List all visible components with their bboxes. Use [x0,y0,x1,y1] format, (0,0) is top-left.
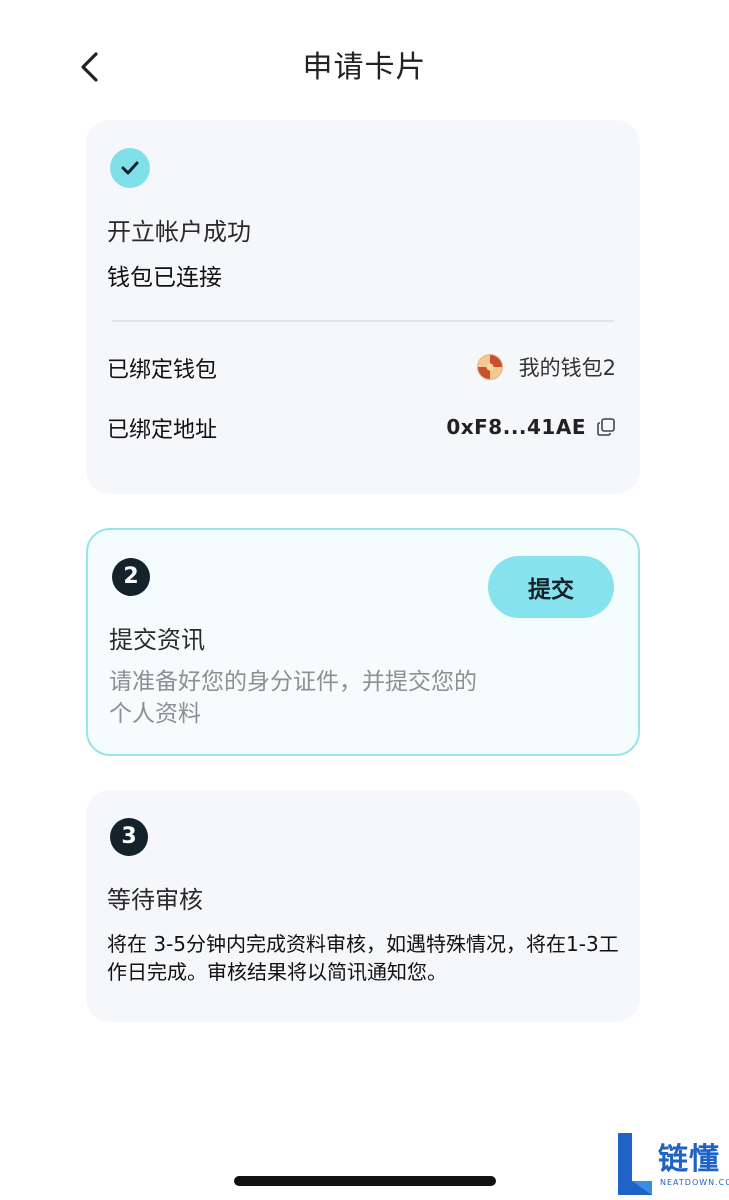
step-1-status [110,148,150,188]
submit-button[interactable]: 提交 [488,556,614,618]
home-indicator[interactable] [234,1176,496,1186]
check-icon [121,161,139,175]
wallet-connected-text: 钱包已连接 [107,265,222,291]
wallet-name: 我的钱包2 [518,356,616,380]
header: 申请卡片 [0,0,729,130]
step-3-card: 3 等待审核 将在 3-5分钟内完成资料审核，如遇特殊情况，将在1-3工作日完成… [86,790,640,1022]
step-3-number: 3 [110,818,148,856]
step-3-title: 等待审核 [107,886,203,914]
step-1-title: 开立帐户成功 [107,218,251,246]
step-3-description: 将在 3-5分钟内完成资料审核，如遇特殊情况，将在1-3工作日完成。审核结果将以… [107,932,619,984]
watermark-logo: 链懂 NEATDOWN.COM [616,1128,729,1200]
bound-wallet-value: 我的钱包2 [476,352,616,382]
watermark-text: 链懂 [658,1142,720,1177]
step-2-card: 2 提交 提交资讯 请准备好您的身分证件，并提交您的个人资料 [86,528,640,756]
step-2-description: 请准备好您的身分证件，并提交您的个人资料 [109,669,477,727]
step-2-title: 提交资讯 [109,626,205,654]
step-1-card: 开立帐户成功 钱包已连接 已绑定钱包 我的钱包2 已绑定地址 0xF8...41… [86,120,640,494]
wallet-address: 0xF8...41AE [446,415,586,439]
logo-l-icon [618,1133,652,1195]
wallet-avatar-icon [476,354,503,380]
divider [112,320,614,322]
page-title: 申请卡片 [302,50,427,85]
bound-wallet-label: 已绑定钱包 [107,358,218,383]
bound-address-value: 0xF8...41AE [446,415,616,439]
step-2-number: 2 [112,558,150,596]
bound-address-label: 已绑定地址 [107,418,218,443]
watermark-subtext: NEATDOWN.COM [660,1178,729,1187]
copy-icon[interactable] [596,417,616,437]
